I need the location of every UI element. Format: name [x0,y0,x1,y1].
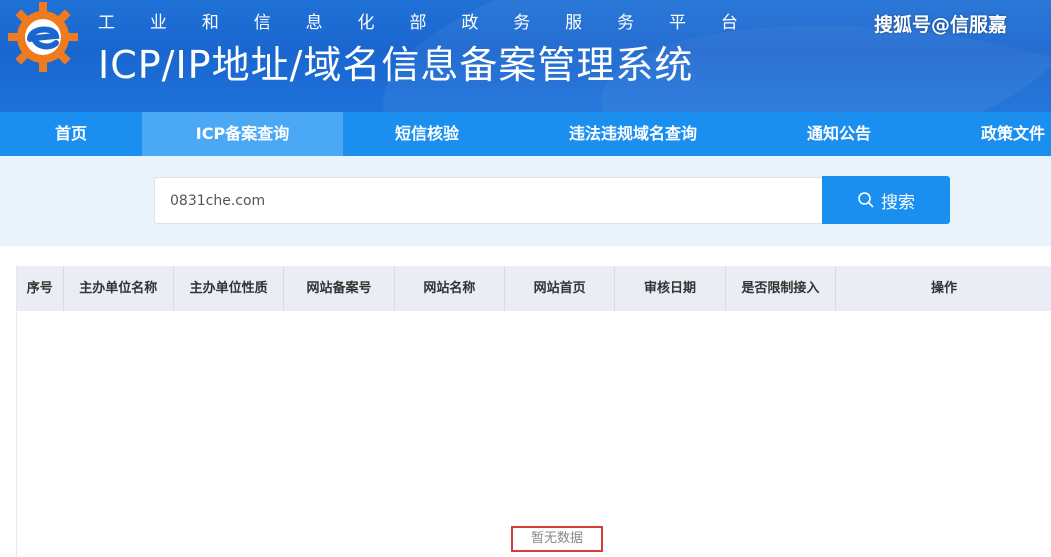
subtitle-char: 政 [461,13,479,33]
subtitle-char: 和 [201,13,219,33]
search-input[interactable] [154,177,823,224]
column-header: 网站备案号 [284,266,395,311]
results-table: 序号 主办单位名称 主办单位性质 网站备案号 网站名称 网站首页 审核日期 是否… [16,266,1051,557]
search-button[interactable]: 搜索 [822,176,950,224]
subtitle-char: 部 [409,13,427,33]
column-header: 审核日期 [615,266,726,311]
subtitle-char: 息 [305,13,323,33]
column-header: 主办单位名称 [64,266,174,311]
subtitle-char: 信 [253,13,271,33]
main-nav: 首页 ICP备案查询 短信核验 违法违规域名查询 通知公告 政策文件 [0,112,1051,156]
search-section: 搜索 [0,156,1051,246]
subtitle-char: 化 [357,13,375,33]
subtitle-char: 业 [149,13,167,33]
header-banner: 工 业 和 信 息 化 部 政 务 服 务 平 台 ICP/IP地址/域名信息备案管理系统 搜狐号@信服… [0,0,1051,112]
table-header: 序号 主办单位名称 主办单位性质 网站备案号 网站名称 网站首页 审核日期 是否… [17,266,1051,311]
search-button-label: 搜索 [881,192,915,213]
subtitle-char: 务 [513,13,531,33]
header-subtitle: 工业和信息化部政务服务平台 [98,8,738,33]
search-icon [858,192,874,208]
nav-item-illegal-domain[interactable]: 违法违规域名查询 [511,112,755,156]
nav-item-notices[interactable]: 通知公告 [755,112,923,156]
nav-item-icp-query[interactable]: ICP备案查询 [142,112,343,156]
subtitle-char: 服 [565,13,583,33]
logo-icon [8,2,78,72]
column-header: 序号 [17,266,64,311]
subtitle-char: 务 [617,13,635,33]
nav-item-home[interactable]: 首页 [0,112,142,156]
subtitle-char: 工 [98,13,115,33]
column-header: 主办单位性质 [174,266,285,311]
column-header: 网站首页 [505,266,616,311]
column-header: 是否限制接入 [726,266,837,311]
empty-state-text: 暂无数据 [511,526,603,552]
watermark-text: 搜狐号@信服嘉 [874,14,1008,36]
nav-item-policies[interactable]: 政策文件 [923,112,1051,156]
subtitle-char: 台 [720,13,738,33]
column-header: 操作 [931,281,958,296]
column-header: 网站名称 [395,266,505,311]
nav-item-sms-verify[interactable]: 短信核验 [343,112,511,156]
subtitle-char: 平 [668,13,686,33]
page-title: ICP/IP地址/域名信息备案管理系统 [98,43,694,87]
